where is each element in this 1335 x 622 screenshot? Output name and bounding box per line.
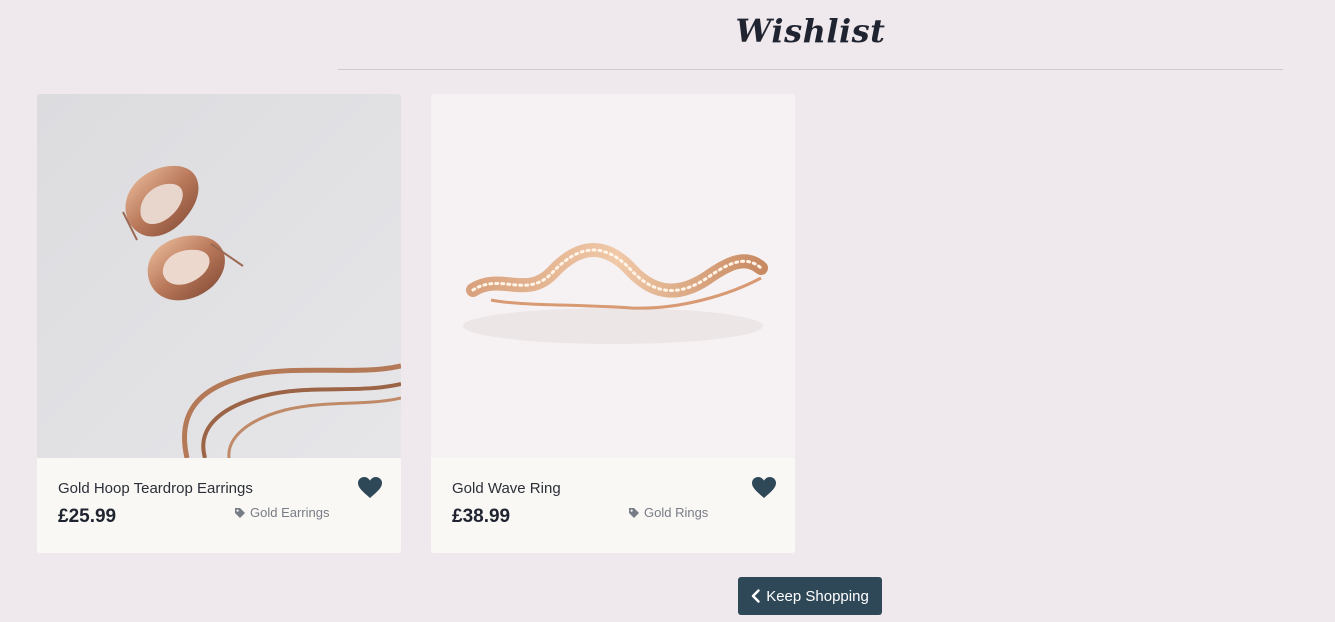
card-body: Gold Hoop Teardrop Earrings £25.99 Gold … bbox=[37, 458, 401, 553]
category-label: Gold Rings bbox=[644, 505, 709, 520]
product-name[interactable]: Gold Hoop Teardrop Earrings bbox=[58, 480, 253, 497]
product-image[interactable] bbox=[431, 94, 795, 458]
wishlist-heart-button[interactable] bbox=[752, 477, 776, 499]
card-body: Gold Wave Ring £38.99 Gold Rings bbox=[431, 458, 795, 553]
keep-shopping-label: Keep Shopping bbox=[766, 587, 869, 605]
heart-icon bbox=[752, 477, 776, 498]
category-label: Gold Earrings bbox=[250, 505, 330, 520]
category-link[interactable]: Gold Earrings bbox=[234, 505, 329, 520]
keep-shopping-button[interactable]: Keep Shopping bbox=[738, 577, 882, 615]
heart-icon bbox=[358, 477, 382, 498]
wishlist-card: Gold Hoop Teardrop Earrings £25.99 Gold … bbox=[37, 94, 401, 553]
wishlist-heart-button[interactable] bbox=[358, 477, 382, 499]
product-price: £38.99 bbox=[452, 506, 511, 527]
product-image[interactable] bbox=[37, 94, 401, 458]
category-link[interactable]: Gold Rings bbox=[628, 505, 708, 520]
product-price: £25.99 bbox=[58, 506, 117, 527]
tag-icon bbox=[235, 507, 245, 518]
page-title: Wishlist bbox=[735, 12, 886, 50]
wishlist-card: Gold Wave Ring £38.99 Gold Rings bbox=[431, 94, 795, 553]
tag-icon bbox=[629, 507, 639, 518]
product-name[interactable]: Gold Wave Ring bbox=[452, 480, 561, 497]
title-divider bbox=[338, 69, 1283, 70]
chevron-left-icon bbox=[752, 589, 760, 603]
